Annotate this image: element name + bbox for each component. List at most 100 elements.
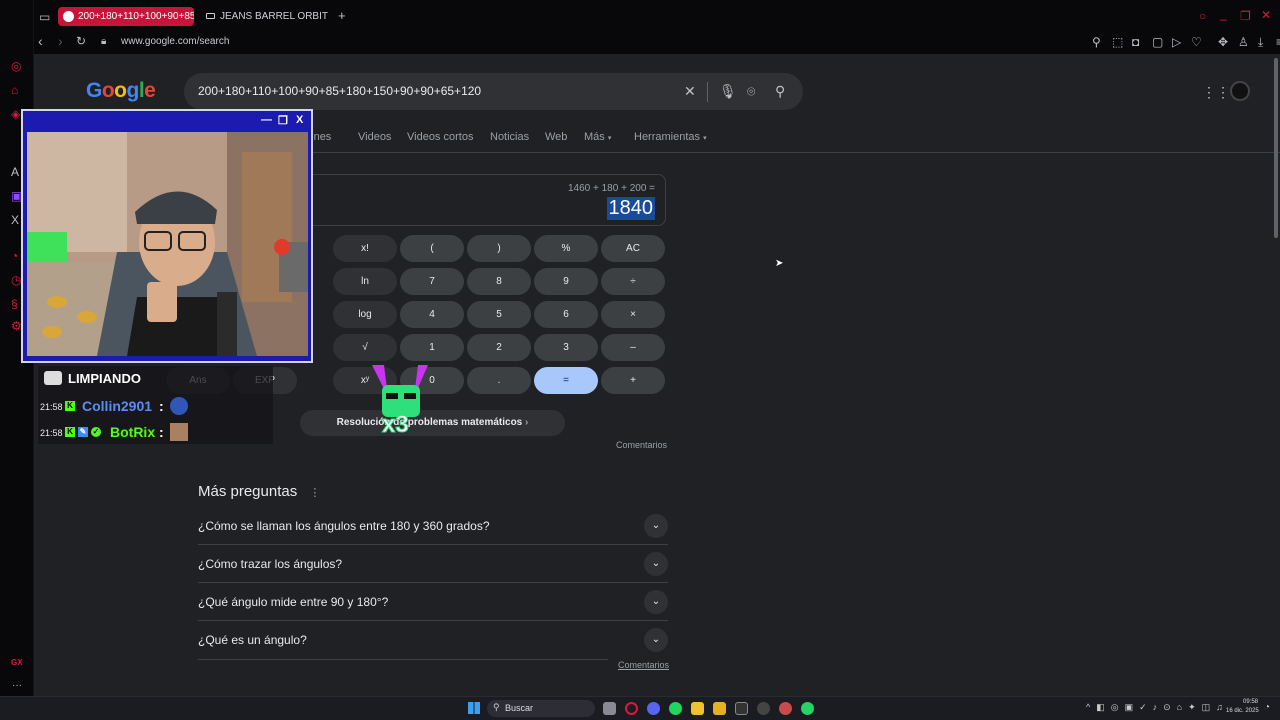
calc-key[interactable]: 4 [400, 301, 464, 328]
calc-key[interactable]: log [333, 301, 397, 328]
calc-key[interactable]: – [601, 334, 665, 361]
google-logo[interactable]: Google [86, 79, 156, 103]
reload-icon[interactable]: ↻ [76, 35, 86, 47]
avatar[interactable] [1230, 81, 1250, 101]
chevron-down-icon[interactable]: ⌄ [644, 590, 668, 614]
search-tabs-icon[interactable]: ○ [1199, 10, 1206, 22]
gx-badge[interactable]: GX [11, 658, 23, 667]
sidebar-history-icon[interactable]: ◔ [11, 250, 18, 262]
calc-key[interactable]: ln [333, 268, 397, 295]
question-row[interactable]: ¿Cómo se llaman los ángulos entre 180 y … [198, 507, 668, 545]
new-tab-button[interactable]: + [338, 9, 346, 22]
play-icon[interactable]: ▷ [1172, 36, 1181, 48]
app-icon[interactable] [779, 702, 792, 715]
calc-feedback-link[interactable]: Comentarios [616, 440, 667, 450]
math-solver-button[interactable]: Resolución de problemas matemáticos › [300, 410, 565, 436]
tab-herramientas[interactable]: Herramientas ▾ [634, 131, 707, 143]
profile-icon[interactable]: ♙ [1238, 36, 1249, 48]
app-icon[interactable] [735, 702, 748, 715]
more-options-icon[interactable]: ⋮ [309, 487, 320, 499]
chevron-down-icon[interactable]: ⌄ [644, 514, 668, 538]
forward-icon[interactable]: › [58, 34, 63, 48]
heart-icon[interactable]: ♡ [1191, 36, 1202, 48]
scrollbar[interactable] [1274, 58, 1278, 238]
menu-icon[interactable]: ≡ [1276, 36, 1280, 48]
tray-icons[interactable]: ^◧◎▣✓♪⊙⌂✦◫♫ [1086, 702, 1229, 713]
snapshot-icon[interactable]: ⬚ [1112, 36, 1123, 48]
close-window-icon[interactable]: ✕ [1261, 9, 1271, 21]
whatsapp-icon[interactable] [801, 702, 814, 715]
opera-gx-taskbar-icon[interactable] [625, 702, 638, 715]
tab-search-icon[interactable]: ▭ [39, 11, 50, 23]
sidebar-more-icon[interactable]: ··· [12, 680, 22, 692]
discord-icon[interactable] [647, 702, 660, 715]
tab-web[interactable]: Web [545, 131, 567, 143]
search-box[interactable]: 200+180+110+100+90+85+180+150+90+90+65+1… [184, 73, 803, 110]
notifications-icon[interactable]: ◔ [1264, 702, 1270, 713]
calc-key[interactable]: × [601, 301, 665, 328]
calc-key[interactable]: = [534, 367, 598, 394]
question-row[interactable]: ¿Qué ángulo mide entre 90 y 180°? ⌄ [198, 583, 668, 621]
calc-key[interactable]: . [467, 367, 531, 394]
extensions-icon[interactable]: ✥ [1218, 36, 1228, 48]
sidebar-x-icon[interactable]: X [11, 214, 19, 226]
tab-jeans[interactable]: JEANS BARREL ORBIT – E [200, 7, 330, 26]
calc-key[interactable]: 5 [467, 301, 531, 328]
calc-key[interactable]: + [601, 367, 665, 394]
clear-icon[interactable]: ✕ [684, 83, 696, 100]
back-icon[interactable]: ‹ [38, 34, 43, 48]
vpn-shield-icon[interactable]: ◘ [1132, 36, 1139, 48]
calc-key[interactable]: x! [333, 235, 397, 262]
clock-time[interactable]: 09:58 [1243, 699, 1258, 705]
search-input[interactable]: 200+180+110+100+90+85+180+150+90+90+65+1… [198, 84, 481, 98]
calc-key[interactable]: ) [467, 235, 531, 262]
calc-key[interactable]: 7 [400, 268, 464, 295]
calc-key[interactable]: AC [601, 235, 665, 262]
windows-start-icon[interactable] [468, 702, 480, 714]
sidebar-speed-dial-icon[interactable]: ◎ [11, 60, 21, 72]
task-view-icon[interactable] [603, 702, 616, 715]
pin-icon[interactable]: ⚲ [1092, 36, 1101, 48]
download-icon[interactable]: ⤓ [1258, 36, 1263, 48]
url-field[interactable]: www.google.com/search [121, 36, 229, 47]
calc-key[interactable]: ( [400, 235, 464, 262]
tab-google-search[interactable]: 200+180+110+100+90+85+180+150+90+90+65+1… [58, 7, 194, 26]
tab-videos-cortos[interactable]: Videos cortos [407, 131, 473, 143]
calc-key[interactable]: 3 [534, 334, 598, 361]
calc-key[interactable]: % [534, 235, 598, 262]
spotify-icon[interactable] [669, 702, 682, 715]
questions-feedback-link[interactable]: Comentarios [618, 660, 669, 670]
mic-icon[interactable]: 🎙︎ [719, 83, 737, 100]
calc-key[interactable]: 1 [400, 334, 464, 361]
calc-key[interactable]: 6 [534, 301, 598, 328]
calc-key[interactable]: 8 [467, 268, 531, 295]
calc-key[interactable]: 2 [467, 334, 531, 361]
sidebar-mods-icon[interactable]: ◈ [11, 108, 20, 120]
calc-key[interactable]: 9 [534, 268, 598, 295]
restore-icon[interactable]: ❐ [278, 114, 288, 127]
calc-key[interactable]: √ [333, 334, 397, 361]
wallet-icon[interactable]: ▢ [1152, 36, 1163, 48]
minimize-icon[interactable]: — [261, 114, 272, 126]
file-explorer-icon[interactable] [713, 702, 726, 715]
clock-date[interactable]: 16 dic. 2025 [1226, 708, 1259, 714]
app-icon[interactable] [757, 702, 770, 715]
tab-mas[interactable]: Más ▾ [584, 131, 611, 143]
calc-key[interactable]: ÷ [601, 268, 665, 295]
chevron-down-icon[interactable]: ⌄ [644, 628, 668, 652]
restore-icon[interactable]: ❐ [1240, 10, 1251, 22]
close-icon[interactable]: X [296, 114, 303, 126]
tab-videos[interactable]: Videos [358, 131, 391, 143]
sidebar-downloads-icon[interactable]: ◷ [11, 274, 21, 286]
question-row[interactable]: ¿Qué es un ángulo? ⌄ [198, 621, 668, 659]
search-icon[interactable]: ⚲ [775, 83, 785, 100]
sidebar-extensions-icon[interactable]: § [11, 298, 18, 310]
sidebar-bookmarks-icon[interactable]: ⌂ [11, 84, 18, 96]
chevron-down-icon[interactable]: ⌄ [644, 552, 668, 576]
question-row[interactable]: ¿Cómo trazar los ángulos? ⌄ [198, 545, 668, 583]
minimize-icon[interactable]: _ [1220, 8, 1227, 20]
store-icon[interactable] [691, 702, 704, 715]
sidebar-aria-icon[interactable]: A [11, 166, 19, 178]
taskbar-search[interactable]: ⚲ Buscar [487, 700, 595, 717]
tab-noticias[interactable]: Noticias [490, 131, 529, 143]
